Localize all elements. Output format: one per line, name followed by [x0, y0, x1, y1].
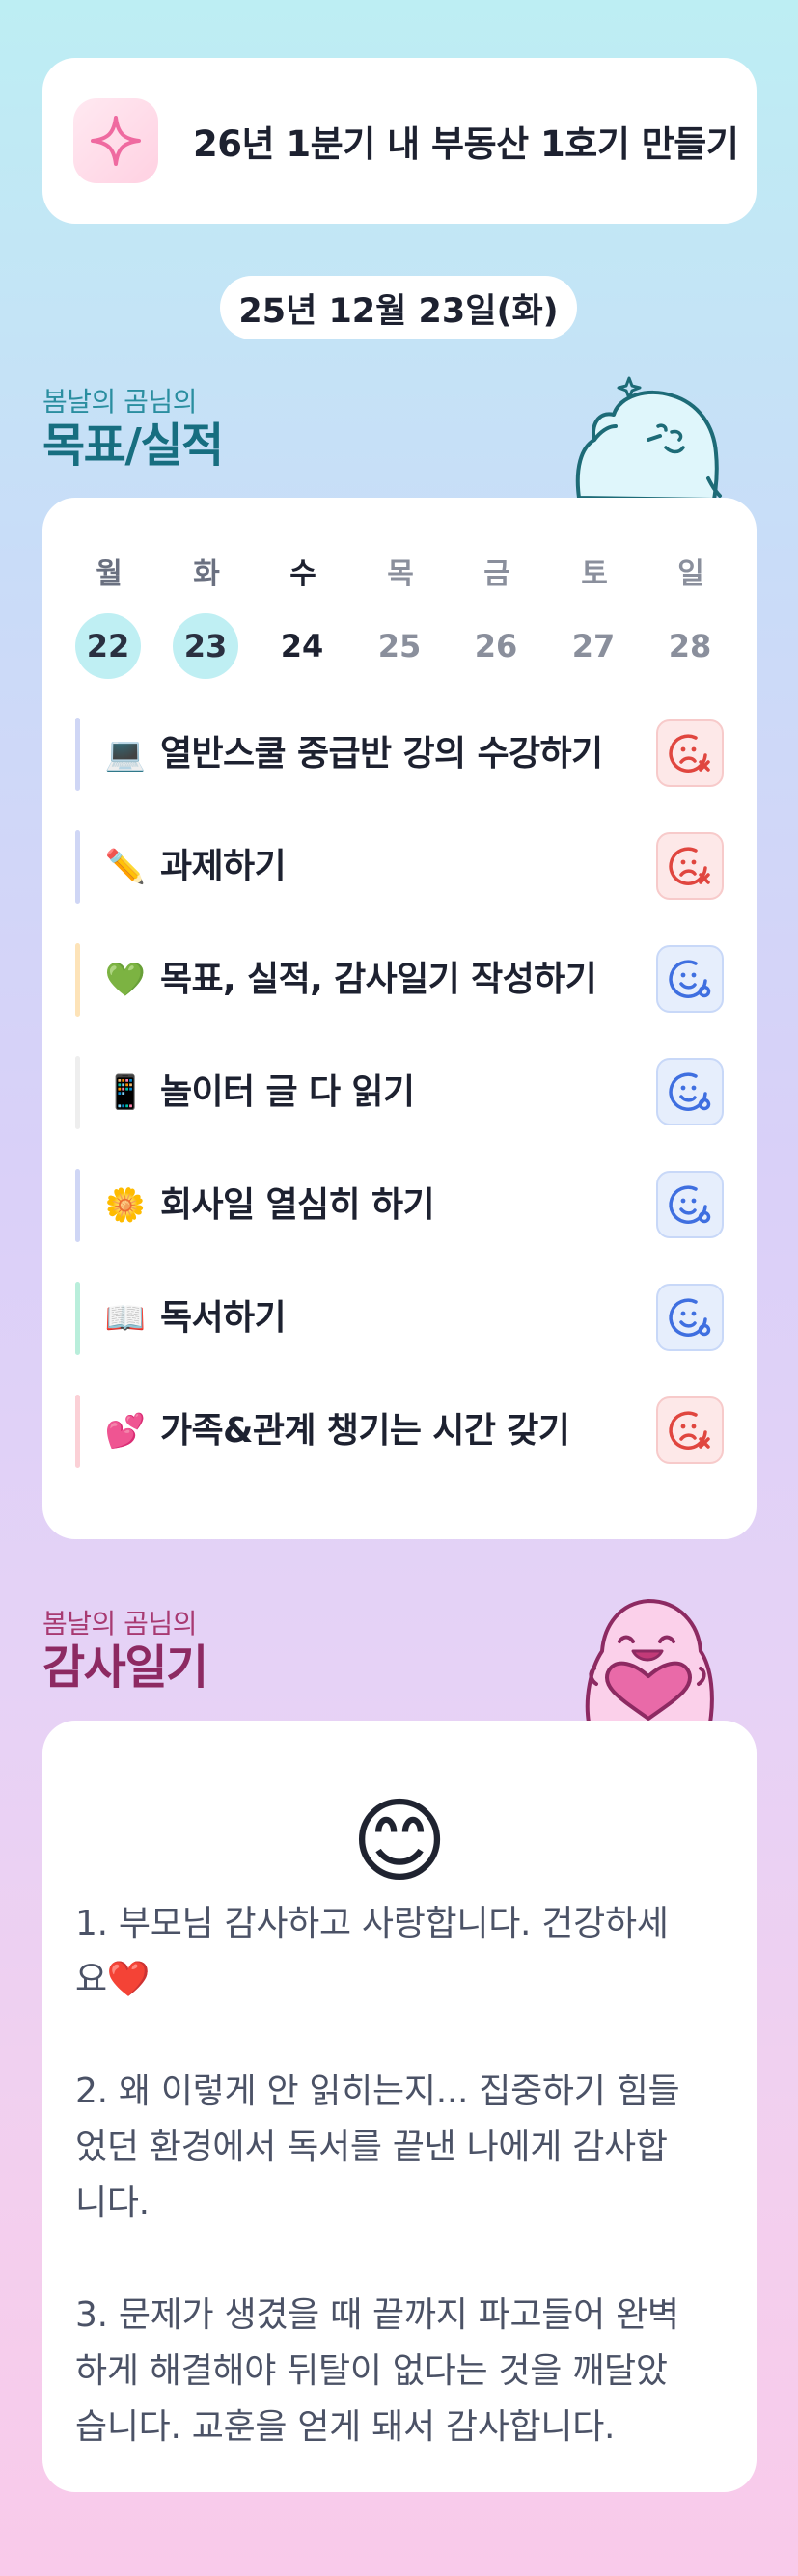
goal-card[interactable]: 26년 1분기 내 부동산 1호기 만들기	[42, 58, 757, 224]
task-color-bar	[75, 830, 80, 904]
happy-face-icon[interactable]	[656, 1171, 724, 1238]
task-label: 독서하기	[160, 1298, 287, 1338]
day-number: 27	[571, 628, 616, 664]
gratitude-section-title: 감사일기	[42, 1641, 208, 1695]
task-label: 열반스쿨 중급반 강의 수강하기	[160, 734, 603, 773]
task-color-bar	[75, 943, 80, 1017]
day-name: 화	[193, 557, 220, 591]
day-number: 25	[377, 628, 422, 664]
goal-title: 26년 1분기 내 부동산 1호기 만들기	[193, 123, 739, 165]
task-item[interactable]: 💕 가족&관계 챙기는 시간 갖기	[75, 1395, 724, 1468]
task-label: 회사일 열심히 하기	[160, 1185, 435, 1225]
two-hearts-icon: 💕	[104, 1412, 147, 1451]
task-item[interactable]: 📖 독서하기	[75, 1282, 724, 1355]
task-item[interactable]: 💻 열반스쿨 중급반 강의 수강하기	[75, 718, 724, 791]
goals-section-title: 목표/실적	[42, 419, 224, 473]
goals-card: 월 22 화 23 수 24 목 25 금 26 토 27 일 28 💻 열반스…	[42, 498, 757, 1539]
day-number: 26	[474, 628, 518, 664]
sparkle-icon	[73, 98, 158, 183]
flower-icon: 🌼	[104, 1186, 147, 1225]
task-color-bar	[75, 1056, 80, 1129]
task-color-bar	[75, 718, 80, 791]
day-number: 22	[75, 613, 141, 679]
day-number: 23	[173, 613, 238, 679]
day-name: 월	[96, 557, 123, 591]
task-label: 과제하기	[160, 847, 287, 886]
gratitude-text: 1. 부모님 감사하고 사랑합니다. 건강하세 요❤️ 2. 왜 이렇게 안 읽…	[75, 1904, 680, 2447]
day-thu[interactable]: 목 25	[367, 556, 434, 679]
task-color-bar	[75, 1395, 80, 1468]
day-sun[interactable]: 일 28	[657, 556, 725, 679]
happy-face-icon[interactable]	[656, 945, 724, 1013]
day-sat[interactable]: 토 27	[561, 556, 628, 679]
task-label: 가족&관계 챙기는 시간 갖기	[160, 1411, 570, 1451]
day-name: 금	[483, 557, 510, 591]
day-wed[interactable]: 수 24	[269, 556, 337, 679]
task-label: 놀이터 글 다 읽기	[160, 1072, 415, 1112]
gratitude-card[interactable]: 😊 1. 부모님 감사하고 사랑합니다. 건강하세 요❤️ 2. 왜 이렇게 안…	[42, 1721, 757, 2492]
pencil-icon: ✏️	[104, 848, 147, 886]
phone-icon: 📱	[104, 1073, 147, 1112]
day-name: 일	[677, 557, 704, 591]
task-color-bar	[75, 1282, 80, 1355]
task-item[interactable]: ✏️ 과제하기	[75, 830, 724, 904]
green-heart-icon: 💚	[104, 961, 147, 999]
happy-face-icon[interactable]	[656, 1284, 724, 1351]
task-item[interactable]: 🌼 회사일 열심히 하기	[75, 1169, 724, 1242]
sad-face-icon[interactable]	[656, 832, 724, 900]
day-number: 28	[668, 628, 712, 664]
day-name: 토	[581, 557, 608, 591]
book-icon: 📖	[104, 1299, 147, 1338]
laptop-icon: 💻	[104, 735, 147, 773]
task-label: 목표, 실적, 감사일기 작성하기	[160, 960, 597, 999]
task-item[interactable]: 💚 목표, 실적, 감사일기 작성하기	[75, 943, 724, 1017]
day-tue[interactable]: 화 23	[173, 556, 240, 679]
heart-mascot-icon	[567, 1591, 726, 1726]
day-fri[interactable]: 금 26	[463, 556, 531, 679]
day-number: 24	[280, 628, 324, 664]
sad-face-icon[interactable]	[656, 719, 724, 787]
bear-mascot-icon	[571, 372, 726, 503]
date-label[interactable]: 25년 12월 23일(화)	[220, 276, 577, 339]
day-name: 목	[387, 557, 414, 591]
task-color-bar	[75, 1169, 80, 1242]
smiling-face-icon: 😊	[350, 1787, 449, 1895]
happy-face-icon[interactable]	[656, 1058, 724, 1125]
day-mon[interactable]: 월 22	[75, 556, 143, 679]
day-name: 수	[289, 557, 316, 591]
task-item[interactable]: 📱 놀이터 글 다 읽기	[75, 1056, 724, 1129]
sad-face-icon[interactable]	[656, 1396, 724, 1464]
